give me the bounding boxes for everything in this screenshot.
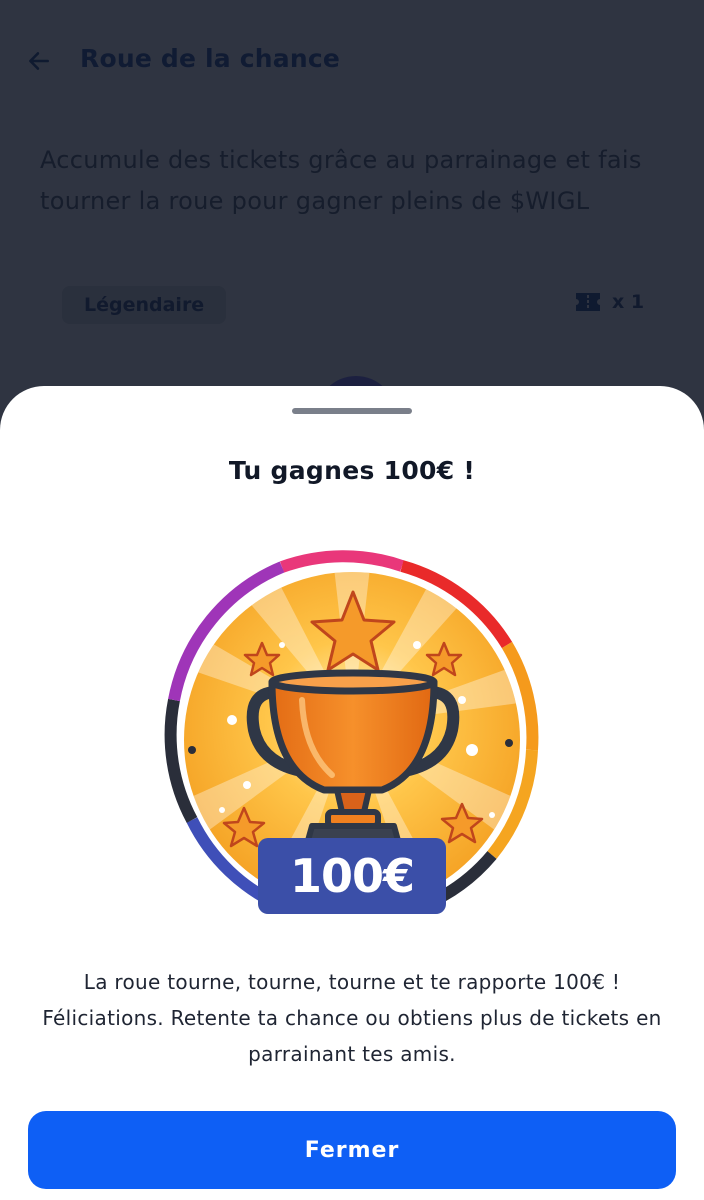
app-header: Roue de la chance	[0, 30, 704, 90]
prize-badge: 100€	[162, 550, 542, 930]
ticket-icon	[576, 293, 600, 311]
intro-text: Accumule des tickets grâce au parrainage…	[40, 146, 642, 215]
prize-amount-label: 100€	[289, 849, 415, 903]
page-title: Roue de la chance	[80, 44, 341, 73]
prize-message: La roue tourne, tourne, tourne et te rap…	[42, 970, 662, 1066]
rarity-badge: Légendaire	[62, 286, 227, 324]
close-button[interactable]: Fermer	[28, 1111, 676, 1189]
prize-bottom-sheet: Tu gagnes 100€ ! 100€ La roue tourne, to…	[0, 386, 704, 1200]
ticket-count: x 1	[574, 290, 644, 314]
sheet-drag-handle[interactable]	[292, 408, 412, 414]
arrow-left-icon	[29, 52, 49, 70]
ticket-count-label: x 1	[612, 291, 645, 313]
prize-title: Tu gagnes 100€ !	[228, 456, 476, 485]
prize-amount-badge: 100€	[258, 838, 446, 914]
back-button[interactable]	[22, 44, 56, 78]
